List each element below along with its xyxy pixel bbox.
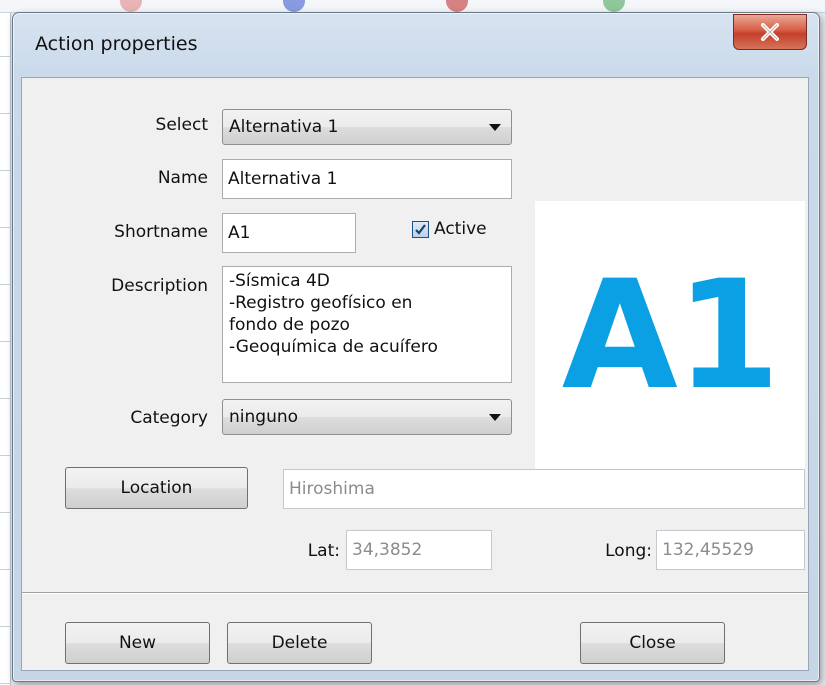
name-field[interactable]: Alternativa 1 — [222, 159, 512, 199]
shortname-label: Shortname — [114, 222, 208, 242]
background-marker — [446, 0, 468, 12]
long-field[interactable]: 132,45529 — [656, 530, 805, 570]
description-label: Description — [111, 276, 208, 296]
background-marker — [283, 0, 305, 12]
chevron-down-icon — [489, 124, 501, 131]
new-button[interactable]: New — [65, 622, 210, 664]
select-label: Select — [155, 115, 208, 135]
close-button[interactable]: Close — [580, 622, 725, 664]
footer-divider — [22, 592, 808, 594]
category-combobox[interactable]: ninguno — [222, 399, 512, 435]
select-value: Alternativa 1 — [229, 117, 339, 137]
action-properties-dialog: Action properties Select Alternativa 1 N… — [12, 12, 820, 682]
close-icon — [761, 23, 779, 41]
dialog-title: Action properties — [35, 33, 198, 55]
category-label: Category — [130, 408, 208, 428]
category-value: ninguno — [229, 407, 299, 427]
active-checkbox[interactable] — [412, 221, 429, 238]
chevron-down-icon — [489, 414, 501, 421]
long-label: Long: — [605, 541, 652, 561]
delete-button[interactable]: Delete — [227, 622, 372, 664]
shortname-field[interactable]: A1 — [222, 213, 356, 253]
select-combobox[interactable]: Alternativa 1 — [222, 109, 512, 145]
location-button[interactable]: Location — [65, 467, 248, 509]
description-line: fondo de pozo — [229, 315, 350, 335]
active-label: Active — [434, 219, 487, 239]
background-marker — [603, 0, 625, 12]
name-label: Name — [157, 168, 208, 188]
description-line: -Sísmica 4D — [229, 271, 330, 291]
description-line: -Registro geofísico en — [229, 293, 413, 313]
lat-field[interactable]: 34,3852 — [346, 530, 492, 570]
lat-label: Lat: — [307, 541, 340, 561]
preview-text: A1 — [561, 249, 780, 423]
description-textarea[interactable]: -Sísmica 4D -Registro geofísico en fondo… — [222, 266, 512, 383]
description-line: -Geoquímica de acuífero — [229, 337, 438, 357]
checkmark-icon — [415, 224, 426, 235]
background-marker — [120, 0, 142, 12]
dialog-body: Select Alternativa 1 Name Alternativa 1 … — [21, 77, 809, 671]
location-place-field[interactable]: Hiroshima — [283, 469, 805, 509]
window-close-button[interactable] — [733, 14, 807, 50]
background-sheet — [0, 0, 11, 685]
action-preview: A1 — [535, 201, 805, 471]
